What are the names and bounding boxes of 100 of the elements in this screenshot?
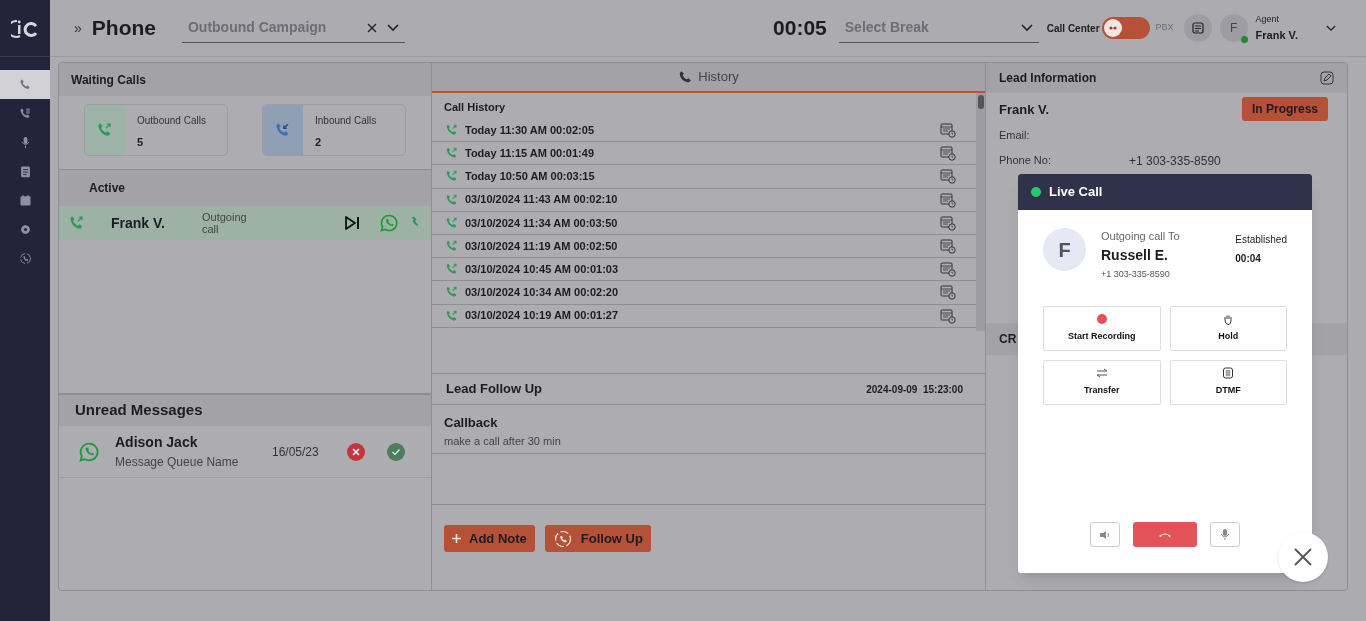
history-row[interactable]: 03/10/2024 11:43 AM 00:02:10 (432, 188, 976, 212)
caller-name: Frank V. (111, 213, 166, 233)
chat-bubble-icon (79, 441, 99, 462)
calendar-clock-icon[interactable] (940, 214, 956, 231)
checklist-button[interactable] (1183, 14, 1212, 42)
message-date: 16/05/23 (272, 443, 320, 461)
call-direction: Outgoing call To (1101, 229, 1181, 244)
history-entry: 03/10/2024 11:43 AM 00:02:10 (465, 192, 619, 208)
history-entry: Today 11:30 AM 00:02:05 (465, 122, 595, 138)
callback-icon (552, 528, 573, 549)
hand-icon (1222, 313, 1235, 326)
close-icon (1294, 548, 1312, 566)
history-entry: Today 11:15 AM 00:01:49 (465, 146, 595, 162)
history-entry: 03/10/2024 11:34 AM 00:03:50 (465, 215, 619, 231)
agent-avatar[interactable]: F (1219, 14, 1248, 42)
keypad-icon (1222, 367, 1235, 380)
mute-button[interactable] (1210, 522, 1240, 547)
calendar-clock-icon[interactable] (940, 284, 956, 301)
checklist-icon (1191, 22, 1204, 34)
history-row[interactable]: 03/10/2024 11:19 AM 00:02:50 (432, 234, 976, 259)
calendar-clock-icon[interactable] (940, 261, 956, 278)
edit-icon[interactable] (1320, 71, 1334, 85)
campaign-select[interactable]: Outbound Campaign (181, 13, 405, 43)
field-label: Email: (999, 128, 1031, 143)
lead-name: Frank V. (999, 101, 1050, 119)
tab-label: History (698, 68, 739, 87)
history-row[interactable]: 03/10/2024 11:34 AM 00:03:50 (432, 211, 976, 235)
headset-icon (1107, 24, 1118, 32)
section-header: Active (59, 170, 431, 206)
history-entry: 03/10/2024 10:45 AM 00:01:03 (465, 261, 620, 277)
card-label: Inbound Calls (315, 114, 377, 128)
queue-name: Message Queue Name (115, 454, 240, 471)
speaker-button[interactable] (1090, 522, 1120, 547)
plus-icon (452, 534, 461, 543)
section-header: Unread Messages (59, 393, 431, 426)
history-row[interactable]: 03/10/2024 10:19 AM 00:01:27 (432, 304, 976, 328)
page-title: Phone (91, 15, 156, 42)
hang-up-icon (1158, 531, 1172, 538)
avatar-initial: F (1229, 20, 1238, 37)
follow-up-note: make a call after 30 min (444, 433, 562, 449)
panel-header: Lead Information (999, 70, 1097, 87)
campaign-input[interactable]: Outbound Campaign (187, 17, 367, 38)
history-entry: 03/10/2024 10:19 AM 00:01:27 (465, 308, 620, 324)
field-label: Phone No: (999, 152, 1052, 168)
clear-icon[interactable] (366, 22, 377, 33)
message-row[interactable]: Adison Jack Message Queue Name 16/05/23 (59, 426, 431, 478)
caller-avatar: F (1043, 228, 1086, 271)
status-badge: In Progress (1241, 97, 1328, 121)
chevron-down-icon[interactable] (1326, 24, 1336, 32)
expand-icon[interactable]: » (74, 17, 82, 39)
mode-option[interactable]: Call Center (1046, 20, 1100, 36)
break-input[interactable]: Select Break (844, 17, 1021, 38)
callback-icon (17, 251, 33, 266)
follow-up-datetime: 2024-09-09 15:23:00 (866, 382, 964, 397)
logo-icon (11, 17, 39, 39)
field-value: +1 303-335-8590 (1129, 152, 1221, 170)
follow-up-title: Callback (444, 414, 499, 432)
panel-header: CR (999, 331, 1017, 348)
panel-header: Waiting Calls (59, 63, 431, 96)
history-row[interactable]: 03/10/2024 10:34 AM 00:02:20 (432, 281, 976, 305)
calendar-clock-icon[interactable] (940, 122, 956, 139)
chevron-down-icon[interactable] (386, 23, 399, 32)
reject-icon[interactable] (347, 442, 365, 461)
history-row[interactable]: Today 11:30 AM 00:02:05 (432, 119, 976, 143)
hold-button[interactable]: Hold (1169, 306, 1287, 351)
skip-icon[interactable] (344, 216, 360, 230)
transfer-button[interactable]: Transfer (1043, 360, 1161, 405)
accept-icon[interactable] (387, 442, 405, 461)
sender-name: Adison Jack (115, 433, 199, 452)
calendar-clock-icon[interactable] (940, 145, 956, 162)
transfer-icon (1095, 367, 1108, 380)
dialog-title: Live Call (1049, 183, 1103, 202)
history-row[interactable]: Today 10:50 AM 00:03:15 (432, 165, 976, 189)
section-title: Call History (443, 99, 507, 115)
history-tab[interactable]: History (432, 63, 985, 93)
record-button[interactable]: Start Recording (1043, 306, 1161, 351)
card-label: Outbound Calls (137, 114, 206, 128)
calendar-clock-icon[interactable] (940, 238, 956, 255)
history-entry: Today 10:50 AM 00:03:15 (465, 169, 596, 185)
speaker-icon (1099, 529, 1111, 540)
active-call-row[interactable]: Frank V. Outgoing call (59, 206, 431, 240)
caller-name: Russell E. (1101, 245, 1169, 265)
card-count: 5 (137, 135, 145, 150)
record-icon (1095, 313, 1108, 326)
call-duration: 00:04 (1235, 252, 1262, 266)
history-row[interactable]: 03/10/2024 10:45 AM 00:01:03 (432, 258, 976, 282)
calendar-clock-icon[interactable] (940, 307, 956, 324)
call-timer: 00:05 (773, 15, 827, 42)
mode-toggle[interactable] (1101, 17, 1150, 39)
dtmf-button[interactable]: DTMF (1169, 360, 1287, 405)
section-title: Lead Follow Up (446, 380, 543, 399)
calendar-clock-icon[interactable] (940, 168, 956, 185)
microphone-icon (1220, 528, 1230, 541)
agent-name: Frank V. (1255, 27, 1298, 43)
break-select[interactable]: Select Break (838, 13, 1039, 43)
history-entry: 03/10/2024 11:19 AM 00:02:50 (465, 238, 619, 254)
calendar-clock-icon[interactable] (940, 191, 956, 208)
chevron-down-icon[interactable] (1020, 23, 1033, 32)
history-row[interactable]: Today 11:15 AM 00:01:49 (432, 142, 976, 166)
agent-role: Agent (1255, 13, 1281, 26)
